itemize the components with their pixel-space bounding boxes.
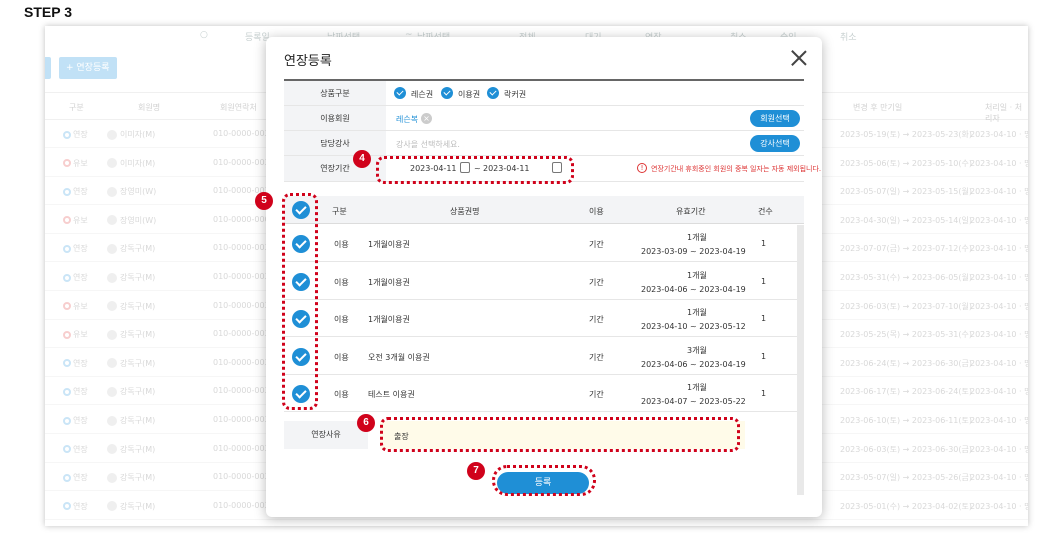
row-months: 1개월 [687,270,707,280]
row-product-name: 1개월이용권 [368,240,410,249]
row-use: 기간 [589,390,604,399]
product-type-label: 상품구분 [284,81,386,105]
alert-icon: ! [637,163,647,173]
checkbox-lesson[interactable] [394,87,406,99]
close-icon[interactable] [790,49,808,67]
remove-member-icon[interactable]: × [421,113,432,124]
row-count: 1 [761,239,767,248]
product-row[interactable]: 이용 1개월이용권 기간 1개월 2023-04-10 ~ 2023-05-12 1 [284,300,804,337]
member-row: 이용회원 레슨복 × 회원선택 [284,106,804,131]
annotation-box-period [376,156,574,184]
step-label: STEP 3 [24,4,72,20]
annotation-badge-6: 6 [357,414,375,432]
col-type: 구분 [332,207,347,216]
select-member-button[interactable]: 회원선택 [750,110,800,127]
annotation-box-submit [492,465,596,496]
row-use: 기간 [589,240,604,249]
row-use: 기간 [589,277,604,287]
annotation-badge-5: 5 [255,192,273,210]
row-product-name: 1개월이용권 [368,315,410,324]
checkbox-usage-label: 이용권 [458,90,481,99]
row-use: 기간 [589,315,604,324]
row-range: 2023-04-10 ~ 2023-05-12 [641,322,746,331]
col-product-name: 상품권명 [450,207,480,216]
checkbox-locker[interactable] [487,87,499,99]
annotation-badge-7: 7 [467,462,485,480]
annotation-box-reason [380,417,740,452]
product-row[interactable]: 이용 테스트 이용권 기간 1개월 2023-04-07 ~ 2023-05-22 1 [284,375,804,412]
member-name: 레슨복 [396,115,419,124]
row-months: 1개월 [687,308,707,317]
member-label: 이용회원 [284,106,386,130]
select-instructor-button[interactable]: 강사선택 [750,135,800,152]
row-range: 2023-03-09 ~ 2023-04-19 [641,247,746,256]
period-notice: 연장기간내 휴회중인 회원의 중복 일자는 자동 제외됩니다. [651,165,822,173]
row-count: 1 [761,351,767,361]
row-count: 1 [761,314,767,323]
product-row[interactable]: 이용 1개월이용권 기간 1개월 2023-04-06 ~ 2023-04-19 1 [284,263,804,300]
annotation-badge-4: 4 [353,150,371,168]
instructor-label: 담당강사 [284,131,386,155]
product-row[interactable]: 이용 오전 3개월 이용권 기간 3개월 2023-04-06 ~ 2023-04-19… [284,338,804,375]
product-row[interactable]: 이용 1개월이용권 기간 1개월 2023-03-09 ~ 2023-04-19 1 [284,225,804,262]
checkbox-locker-label: 락커권 [504,90,527,99]
row-use: 기간 [589,352,604,362]
row-range: 2023-04-06 ~ 2023-04-19 [641,284,746,294]
col-use: 이용 [589,207,604,216]
row-count: 1 [761,389,767,398]
modal-title: 연장등록 [284,54,332,69]
col-count: 건수 [758,207,773,216]
row-type: 이용 [334,277,349,287]
row-range: 2023-04-07 ~ 2023-05-22 [641,397,746,406]
row-months: 1개월 [687,383,707,392]
row-product-name: 테스트 이용권 [368,390,415,399]
col-valid-period: 유효기간 [676,207,706,216]
row-months: 3개월 [687,345,707,355]
row-months: 1개월 [687,233,707,242]
product-table-header: 구분 상품권명 이용 유효기간 건수 [284,196,804,224]
row-type: 이용 [334,352,349,362]
row-range: 2023-04-06 ~ 2023-04-19 [641,359,746,369]
table-scrollbar[interactable] [797,225,804,495]
row-product-name: 오전 3개월 이용권 [368,352,430,362]
checkbox-usage[interactable] [441,87,453,99]
product-type-row: 상품구분 레슨권 이용권 락커권 [284,81,804,106]
row-type: 이용 [334,315,349,324]
checkbox-lesson-label: 레슨권 [411,90,434,99]
reason-label: 연장사유 [284,421,368,449]
instructor-input[interactable]: 강사을 선택하세요. [396,139,460,150]
annotation-box-checkboxes [282,193,318,410]
row-type: 이용 [334,240,349,249]
row-count: 1 [761,276,767,286]
row-type: 이용 [334,390,349,399]
row-product-name: 1개월이용권 [368,277,410,287]
